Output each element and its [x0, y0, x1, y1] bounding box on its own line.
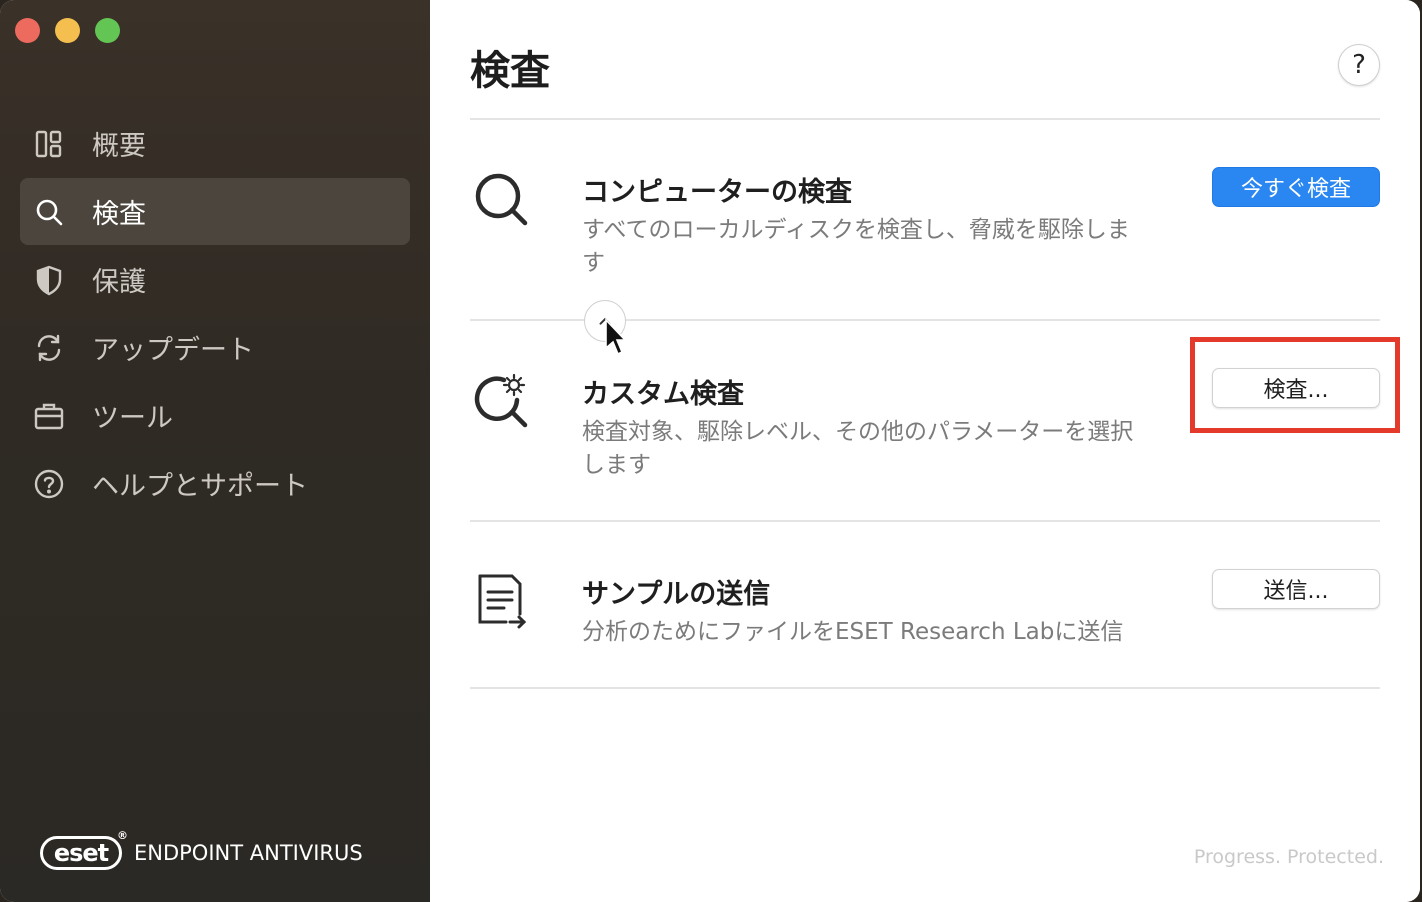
window-controls: [15, 18, 120, 43]
brand: eset ® ENDPOINT ANTIVIRUS: [40, 829, 363, 870]
sidebar: 概要 検査 保護 アップデート ツール ヘルプとサポート eset ® ENDP…: [0, 0, 430, 902]
help-button[interactable]: ?: [1338, 44, 1380, 86]
sidebar-item-overview[interactable]: 概要: [20, 110, 410, 177]
custom-scan-icon: [470, 370, 540, 440]
row-title: サンプルの送信: [582, 579, 771, 610]
sidebar-item-help[interactable]: ヘルプとサポート: [20, 450, 410, 517]
search-icon: [32, 195, 66, 229]
submit-sample-button[interactable]: 送信...: [1212, 569, 1380, 609]
document-send-icon: [470, 568, 540, 638]
tagline: Progress. Protected.: [1193, 846, 1384, 868]
divider: [470, 520, 1380, 522]
sidebar-item-label: 保護: [92, 267, 146, 298]
sidebar-nav: 概要 検査 保護 アップデート ツール ヘルプとサポート: [20, 110, 410, 518]
sidebar-item-tools[interactable]: ツール: [20, 382, 410, 449]
main-panel: 検査 ? コンピューターの検査 すべてのローカルディスクを検査し、脅威を駆除しま…: [430, 0, 1420, 902]
row-title: カスタム検査: [582, 379, 744, 410]
briefcase-icon: [32, 399, 66, 433]
zoom-window-button[interactable]: [95, 18, 120, 43]
highlight-box: [1190, 337, 1400, 433]
sidebar-item-label: ヘルプとサポート: [92, 471, 308, 502]
sidebar-item-scan[interactable]: 検査: [20, 178, 410, 245]
overview-icon: [32, 127, 66, 161]
refresh-icon: [32, 331, 66, 365]
sidebar-item-label: ツール: [92, 403, 173, 434]
row-description: 検査対象、駆除レベル、その他のパラメーターを選択します: [582, 419, 1134, 478]
minimize-window-button[interactable]: [55, 18, 80, 43]
row-description: 分析のためにファイルをESET Research Labに送信: [582, 619, 1124, 645]
divider: [470, 687, 1380, 689]
scan-now-button[interactable]: 今すぐ検査: [1212, 167, 1380, 207]
sidebar-item-label: アップデート: [92, 335, 254, 366]
product-name: ENDPOINT ANTIVIRUS: [134, 841, 363, 865]
page-title: 検査: [470, 48, 550, 94]
magnifier-icon: [470, 168, 540, 238]
app-window: 概要 検査 保護 アップデート ツール ヘルプとサポート eset ® ENDP…: [0, 0, 1420, 902]
close-window-button[interactable]: [15, 18, 40, 43]
row-description: すべてのローカルディスクを検査し、脅威を駆除します: [582, 217, 1130, 276]
divider: [470, 118, 1380, 120]
sidebar-item-protection[interactable]: 保護: [20, 246, 410, 313]
sample-submit-row: サンプルの送信 分析のためにファイルをESET Research Labに送信 …: [470, 552, 1380, 688]
eset-logo: eset ®: [40, 829, 128, 870]
row-title: コンピューターの検査: [582, 177, 852, 208]
question-icon: [32, 467, 66, 501]
sidebar-item-label: 検査: [92, 199, 146, 230]
sidebar-item-update[interactable]: アップデート: [20, 314, 410, 381]
mouse-cursor-icon: [605, 318, 626, 356]
shield-icon: [32, 263, 66, 297]
sidebar-item-label: 概要: [92, 131, 146, 162]
computer-scan-row: コンピューターの検査 すべてのローカルディスクを検査し、脅威を駆除します 今すぐ…: [470, 150, 1380, 320]
